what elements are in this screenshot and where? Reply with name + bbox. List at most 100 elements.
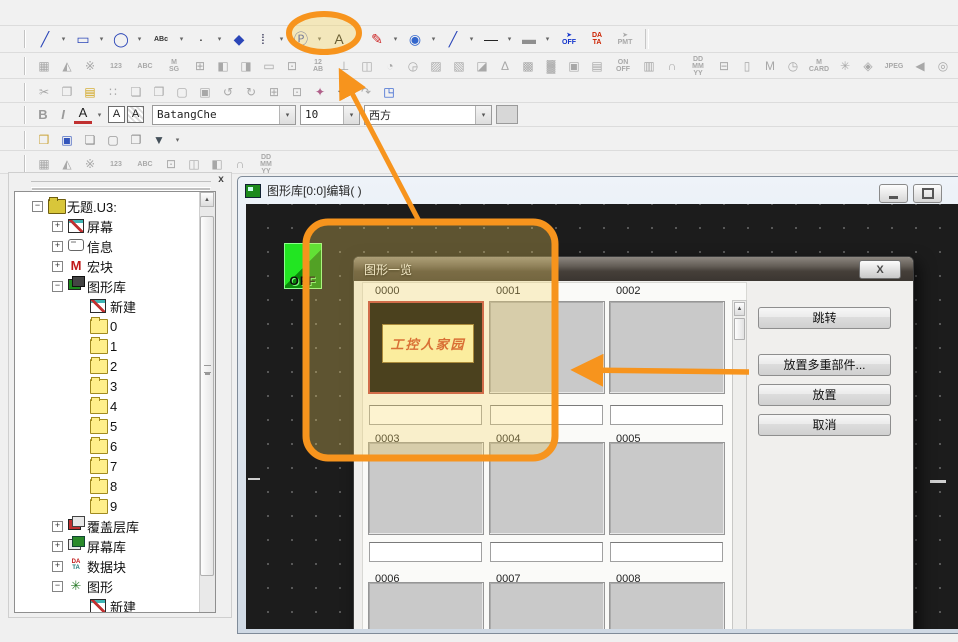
pen-tool-icon[interactable]: ✎ <box>366 29 388 49</box>
collapse-icon[interactable]: − <box>32 201 43 212</box>
tree-item-1[interactable]: 1 <box>15 336 200 356</box>
cell-name-field-0002[interactable] <box>610 405 723 425</box>
bar-graph-part-icon[interactable]: ◫ <box>357 56 377 76</box>
panel-drag-grip[interactable] <box>31 181 211 188</box>
video-part-icon[interactable]: ◈ <box>858 56 878 76</box>
editor-canvas[interactable]: OFF 图形一览 X 0000工控人家园00010002000300040005… <box>246 204 958 629</box>
pipe-part-icon[interactable]: ⊥ <box>334 56 354 76</box>
lamp-part-icon[interactable]: ◭ <box>57 56 77 76</box>
rotate-left-button-icon[interactable]: ↺ <box>218 82 238 102</box>
webcam-part-icon[interactable]: ◎ <box>933 56 953 76</box>
line-width-tool-dropdown[interactable]: ▾ <box>504 35 515 43</box>
line-style-tool-dropdown[interactable]: ▾ <box>466 35 477 43</box>
tree-item-屏幕库[interactable]: +屏幕库 <box>15 536 200 556</box>
sprite-part-icon[interactable]: ✳ <box>835 56 855 76</box>
font-name-select[interactable]: BatangChe ▾ <box>152 105 296 125</box>
vertex-points-tool-icon[interactable]: ⁞ <box>252 29 274 49</box>
group-button-icon[interactable]: ∷ <box>103 82 123 102</box>
hatch-pattern-2-icon[interactable]: ▧ <box>449 56 469 76</box>
scroll-up-icon[interactable]: ▲ <box>734 302 745 316</box>
toolbar-grip[interactable] <box>24 57 28 75</box>
minimize-button[interactable] <box>879 184 908 203</box>
onoff-part-icon[interactable]: ONOFF <box>610 56 636 76</box>
clock-part-icon[interactable]: ◷ <box>783 56 803 76</box>
dialog-scrollbar[interactable]: ▲ <box>732 300 747 629</box>
part-chip-2-icon[interactable]: ▤ <box>587 56 607 76</box>
filled-rect-tool-icon[interactable]: ▬ <box>518 29 540 49</box>
pie-graph-part-icon[interactable]: ◔ <box>380 56 400 76</box>
ellipse-tool-dropdown[interactable]: ▾ <box>134 35 145 43</box>
dialog-scrollbar-thumb[interactable] <box>734 318 745 340</box>
expand-icon[interactable]: + <box>52 241 63 252</box>
toolbar-grip[interactable] <box>24 83 28 101</box>
buzzer-part-icon[interactable]: ∩ <box>662 56 682 76</box>
tree-item-3[interactable]: 3 <box>15 376 200 396</box>
hatch-pattern-1-icon[interactable]: ▨ <box>426 56 446 76</box>
chevron-down-icon[interactable]: ▾ <box>343 106 359 124</box>
place-multiple-parts-button[interactable]: 放置多重部件... <box>758 354 891 376</box>
cell-name-field-0005[interactable] <box>610 542 723 562</box>
hatch-pattern-3-icon[interactable]: ▩ <box>518 56 538 76</box>
word-trigger-part-icon[interactable]: ◨ <box>236 56 256 76</box>
alarm-lamp-part-icon[interactable]: ※ <box>80 56 100 76</box>
chevron-down-icon[interactable]: ▾ <box>475 106 491 124</box>
graphic-cell-0008[interactable] <box>609 582 725 629</box>
chevron-down-icon[interactable]: ▾ <box>279 106 295 124</box>
tree-item-6[interactable]: 6 <box>15 436 200 456</box>
screen-copy-button-icon[interactable]: ❏ <box>80 130 100 150</box>
tree-item-宏块[interactable]: +M宏块 <box>15 256 200 276</box>
send-back-button-icon[interactable]: ❐ <box>149 82 169 102</box>
hatch-pattern-4-icon[interactable]: ▓ <box>541 56 561 76</box>
calendar-part-icon[interactable]: ⊟ <box>714 56 734 76</box>
palette-tool-dropdown[interactable]: ▾ <box>428 35 439 43</box>
select-parts-button-icon[interactable]: ◳ <box>379 82 399 102</box>
collapse-icon[interactable]: − <box>52 281 63 292</box>
tree-item-9[interactable]: 9 <box>15 496 200 516</box>
redo-button-icon[interactable]: ↷ <box>356 82 376 102</box>
tile-pattern-1-button-icon[interactable]: ⊞ <box>264 82 284 102</box>
numeric-display-part-icon[interactable]: 123 <box>103 56 129 76</box>
line-style-tool-icon[interactable]: ╱ <box>442 29 464 49</box>
line-width-tool-icon[interactable]: — <box>480 29 502 49</box>
parts-tool-icon[interactable]: Ⓟ <box>290 29 312 49</box>
font-size-select[interactable]: 10 ▾ <box>300 105 360 125</box>
tree-item-覆盖层库[interactable]: +覆盖层库 <box>15 516 200 536</box>
text-style-button[interactable] <box>496 105 518 124</box>
scroll-up-icon[interactable]: ▲ <box>200 192 214 207</box>
pin-button-icon[interactable]: ✦ <box>310 82 330 102</box>
dialog-titlebar[interactable]: 图形一览 <box>354 257 913 281</box>
text-hatch-button[interactable]: A <box>127 106 144 123</box>
text-quick-part-icon[interactable]: ABC <box>132 154 158 174</box>
cell-name-field-0004[interactable] <box>490 542 603 562</box>
jump-button[interactable]: 跳转 <box>758 307 891 329</box>
date-quick-part-icon[interactable]: DDMMYY <box>253 154 279 174</box>
onoff-cursor-tool-icon[interactable]: ➤OFF <box>556 29 582 49</box>
numeric-quick-part-icon[interactable]: 123 <box>103 154 129 174</box>
close-icon[interactable]: x <box>215 174 227 186</box>
handy-panel-part-icon[interactable]: ▯ <box>737 56 757 76</box>
bar-graph-quick-part-icon[interactable]: ◫ <box>184 154 204 174</box>
font-color-button[interactable]: A <box>74 106 92 124</box>
line-tool-icon[interactable]: ╱ <box>34 29 56 49</box>
ellipse-tool-icon[interactable]: ◯ <box>110 29 132 49</box>
data-view-tool-icon[interactable]: DATA <box>584 29 610 49</box>
touch-panel-part-icon[interactable]: ▦ <box>34 56 54 76</box>
tree-item-8[interactable]: 8 <box>15 476 200 496</box>
char-display-part-icon[interactable]: 12AB <box>305 56 331 76</box>
alarm-quick-part-icon[interactable]: ※ <box>80 154 100 174</box>
bold-button[interactable]: B <box>34 106 52 124</box>
tree-item-数据块[interactable]: +DATA数据块 <box>15 556 200 576</box>
tile-pattern-2-button-icon[interactable]: ⊡ <box>287 82 307 102</box>
font-tool-dropdown[interactable]: ▾ <box>352 35 363 43</box>
rotate-right-button-icon[interactable]: ↻ <box>241 82 261 102</box>
vertex-points-tool-dropdown[interactable]: ▾ <box>276 35 287 43</box>
tree-item-无题.U3:[interactable]: −无题.U3: <box>15 196 200 216</box>
tree-item-新建[interactable]: 新建 <box>15 596 200 613</box>
frame-edit-button-icon[interactable]: ▣ <box>195 82 215 102</box>
tree-item-新建[interactable]: 新建 <box>15 296 200 316</box>
trend-graph-part-icon[interactable]: ◪ <box>472 56 492 76</box>
parts-tool-dropdown[interactable]: ▾ <box>314 35 325 43</box>
italic-button[interactable]: I <box>54 106 72 124</box>
part-chip-3-icon[interactable]: ▥ <box>639 56 659 76</box>
charset-select[interactable]: 西方 ▾ <box>364 105 492 125</box>
